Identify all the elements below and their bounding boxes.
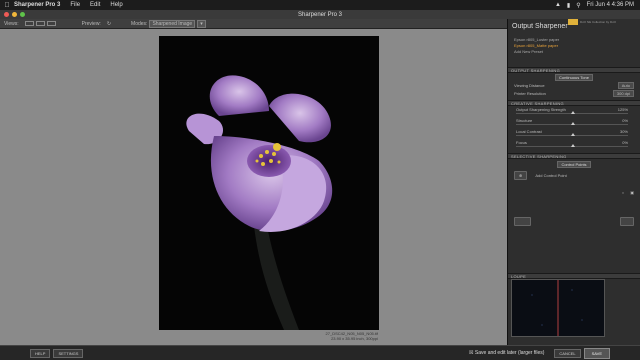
save-later-label: Save and edit later (larger files) [474,350,545,356]
viewing-distance-row: Viewing Distance Auto [508,81,640,89]
image-caption: 27_DSC42_N05_N05_N05.tif 23.90 x 35.95 i… [296,331,378,341]
slider-value: 0% [622,140,628,145]
apple-icon[interactable]:  [0,2,14,9]
side-by-side-icon[interactable] [46,21,56,26]
slider-thumb[interactable] [570,111,575,114]
battery-icon[interactable]: ▮ [567,2,570,9]
minimize-icon[interactable] [12,12,17,17]
menu-edit[interactable]: Edit [90,2,100,8]
views-label: Views: [4,20,19,27]
loupe-image [531,280,583,336]
mac-menubar:  Sharpener Pro 3 File Edit Help ▲ ▮ ⚲ F… [0,0,640,10]
view-toolbar: Views: Preview: ↻ Modes: Sharpened Image… [0,19,507,29]
window-titlebar: Sharpener Pro 3 [0,10,640,19]
output-type-select[interactable]: Continuous Tone [555,73,593,81]
slider-value: 125% [617,107,628,112]
control-points-select[interactable]: Control Points [557,160,591,168]
slider-thumb[interactable] [570,133,575,136]
slider-group: Output Sharpening Strength 125% Structur… [508,106,640,150]
menubar-status: ▲ ▮ ⚲ Fri Jun 4 4:36 PM [555,2,640,9]
slider-row: Structure 0% [508,117,640,128]
printer-resolution-row: Printer Resolution 300 dpi [508,89,640,97]
clock[interactable]: Fri Jun 4 4:36 PM [587,2,634,8]
save-later-checkbox[interactable]: ☒ Save and edit later (larger files) [469,350,544,356]
output-type-row: Continuous Tone [508,73,640,81]
preview-image[interactable] [159,36,379,330]
printer-resolution-label: Printer Resolution [514,90,546,96]
close-icon[interactable] [4,12,9,17]
section-title: Selective Sharpening [511,153,567,159]
viewing-distance-label: Viewing Distance [514,82,545,88]
add-control-point-row: ⊕ Add Control Point [508,169,640,181]
slider-value: 30% [619,129,628,134]
printer-resolution-select[interactable]: 300 dpi [612,89,634,97]
menu-help[interactable]: Help [110,2,122,8]
flower-image [186,75,333,330]
viewing-distance-select[interactable]: Auto [617,81,634,89]
search-icon[interactable]: ⚲ [576,2,580,9]
preview-label: Preview: [81,20,101,27]
slider-value: 0% [622,118,628,123]
preview-toggle-icon[interactable]: ↻ [107,21,111,27]
wifi-icon[interactable]: ▲ [555,2,561,8]
slider-thumb[interactable] [570,122,575,125]
trash-icon[interactable]: ▣ [630,190,634,195]
window-controls [4,12,25,17]
app-menu[interactable]: Sharpener Pro 3 [14,2,60,8]
preset-list: Epson r805_Luster paper Epson r805_Matte… [508,33,640,59]
section-title: Output Sharpening [511,67,561,73]
circle-icon[interactable]: ○ [622,190,624,195]
modes-label: Modes: [131,20,148,27]
add-preset-button[interactable]: Add New Preset [514,49,634,55]
nik-logo [568,19,578,25]
control-points-row: Control Points [508,159,640,169]
slider-row: Output Sharpening Strength 125% [508,106,640,117]
panel-title: Output Sharpener [512,22,568,30]
slider-label: Structure [516,118,533,123]
bottom-bar: HELP SETTINGS ☒ Save and edit later (lar… [0,345,640,360]
image-dimensions: 23.90 x 35.95 inch, 300ppi [331,336,378,341]
split-view-icon[interactable] [35,21,45,26]
cancel-button[interactable]: CANCEL [554,348,581,358]
control-point-icon[interactable]: ⊕ [514,170,528,180]
slider-row: Focus 0% [508,139,640,150]
slider-label: Local Contrast [516,129,542,134]
panel-header: Output Sharpener DxO Nik Collection by D… [508,19,640,33]
maximize-icon[interactable] [20,12,25,17]
badge-text: DxO Nik Collection by DxO [580,20,617,24]
slider-label: Output Sharpening Strength [516,107,566,112]
panel-button-right[interactable] [619,216,634,226]
chevron-down-icon[interactable]: ▾ [197,19,206,28]
menu-file[interactable]: File [70,2,80,8]
add-control-point-button[interactable]: Add Control Point [535,173,566,178]
canvas-left-margin [0,29,31,345]
panel-buttons-row [508,216,640,226]
panel-button-left[interactable] [514,216,531,226]
slider-label: Focus [516,140,527,145]
help-button[interactable]: HELP [30,348,51,358]
settings-button[interactable]: SETTINGS [53,348,84,358]
window-title: Sharpener Pro 3 [297,11,343,18]
slider-thumb[interactable] [570,144,575,147]
cp-tools-row: ○ ▣ [508,187,640,197]
save-button[interactable]: SAVE [583,347,610,359]
single-view-icon[interactable] [24,21,34,26]
loupe-view[interactable] [511,279,605,337]
section-title: Creative Sharpening [511,100,564,106]
section-title: Loupe [511,273,527,279]
slider-row: Local Contrast 30% [508,128,640,139]
modes-dropdown[interactable]: Sharpened Image [149,19,196,28]
